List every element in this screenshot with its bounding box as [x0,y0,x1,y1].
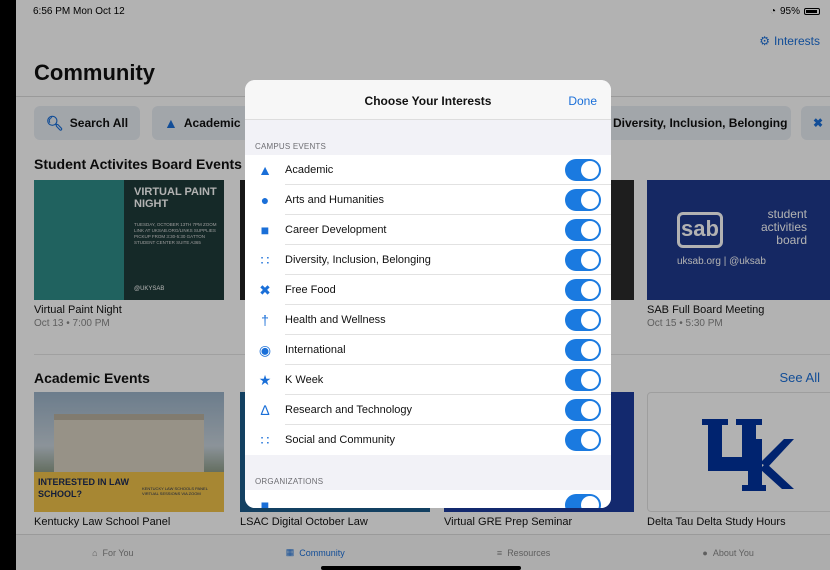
interest-toggle[interactable] [565,279,601,301]
utensils-icon: ✖ [259,281,271,298]
modal-header: Choose Your Interests Done [245,80,611,120]
interest-toggle[interactable] [565,189,601,211]
interest-row-organization-partial: ■ [245,490,611,508]
group-label-organizations: ORGANIZATIONS [255,477,324,486]
graduation-cap-icon: ▲ [258,162,272,178]
interest-row-academic: ▲ Academic [245,155,611,185]
globe-icon: ◉ [258,341,272,358]
interest-row-diversity: ∷ Diversity, Inclusion, Belonging [245,245,611,275]
organization-icon: ■ [260,497,270,508]
interest-toggle[interactable] [565,494,601,508]
interest-row-international: ◉ International [245,335,611,365]
interest-label: Free Food [285,275,611,305]
interest-toggle[interactable] [565,339,601,361]
users-icon: ∷ [260,431,270,448]
interest-toggle[interactable] [565,309,601,331]
running-person-icon: † [261,312,269,328]
interest-label: Arts and Humanities [285,185,611,215]
interest-toggle[interactable] [565,219,601,241]
interest-label: K Week [285,365,611,395]
palette-icon: ● [260,192,270,208]
interest-row-health: † Health and Wellness [245,305,611,335]
interest-label: Research and Technology [285,395,611,425]
interest-row-career: ■ Career Development [245,215,611,245]
interests-modal: Choose Your Interests Done CAMPUS EVENTS… [245,80,611,508]
interest-label: Health and Wellness [285,305,611,335]
people-group-icon: ∷ [260,251,270,268]
interest-row-social: ∷ Social and Community [245,425,611,455]
group-label-campus: CAMPUS EVENTS [255,142,327,151]
interest-toggle[interactable] [565,249,601,271]
app-screen: 6:56 PM Mon Oct 12 ◔ 95% ⚙ Interests Com… [16,0,830,570]
interest-toggle[interactable] [565,429,601,451]
interest-row-k-week: ★ K Week [245,365,611,395]
interest-toggle[interactable] [565,369,601,391]
modal-title: Choose Your Interests [364,94,492,108]
interest-row-free-food: ✖ Free Food [245,275,611,305]
flask-icon: ∆ [260,402,270,418]
interest-label: International [285,335,611,365]
done-button[interactable]: Done [568,94,597,108]
star-icon: ★ [258,371,272,388]
interest-label: Career Development [285,215,611,245]
briefcase-icon: ■ [260,222,270,238]
interest-toggle[interactable] [565,399,601,421]
interest-label [285,490,611,508]
interest-label: Social and Community [285,434,396,446]
interest-label: Academic [285,155,611,185]
interest-row-arts: ● Arts and Humanities [245,185,611,215]
interest-label: Diversity, Inclusion, Belonging [285,245,611,275]
interest-row-research: ∆ Research and Technology [245,395,611,425]
interest-list: ▲ Academic ● Arts and Humanities ■ Caree… [245,155,611,455]
interest-toggle[interactable] [565,159,601,181]
